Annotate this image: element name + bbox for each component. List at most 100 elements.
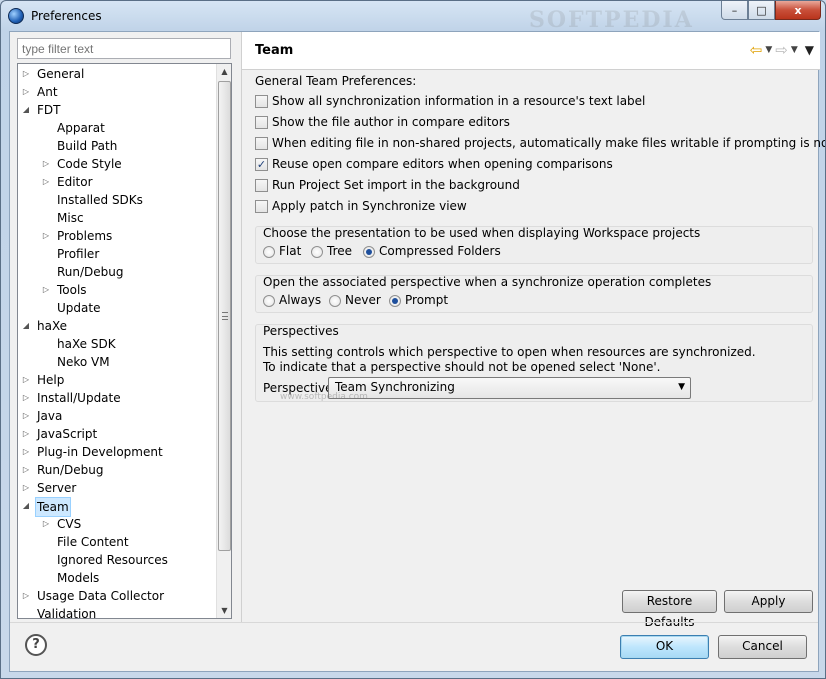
tree-item-label: Installed SDKs (57, 193, 143, 207)
checkbox-label: Show the file author in compare editors (272, 115, 510, 129)
tree-item-label: Editor (57, 175, 93, 189)
title-bar[interactable]: Preferences SOFTPEDIA – □ x (1, 1, 825, 33)
expand-arrow-icon[interactable]: ▷ (21, 461, 31, 479)
expand-arrow-icon[interactable]: ▷ (21, 443, 31, 461)
tree-item-label: CVS (57, 517, 82, 531)
tree-item-label: haXe SDK (57, 337, 116, 351)
restore-defaults-button[interactable]: Restore Defaults (622, 590, 717, 629)
radio-label: Compressed Folders (379, 244, 501, 258)
perspective-open-group: Open the associated perspective when a s… (255, 275, 813, 313)
apply-button[interactable]: Apply (724, 590, 813, 613)
tree-item-label: Server (37, 481, 77, 495)
checkbox[interactable] (255, 116, 268, 129)
tree-item-label: Run/Debug (37, 463, 104, 477)
checkbox[interactable] (255, 179, 268, 192)
expand-arrow-icon[interactable]: ▷ (41, 173, 51, 191)
group-title: Open the associated perspective when a s… (263, 275, 712, 289)
collapse-arrow-icon[interactable]: ◢ (21, 101, 31, 119)
expand-arrow-icon[interactable]: ▷ (41, 155, 51, 173)
tree-item-label: File Content (57, 535, 129, 549)
back-dropdown-icon[interactable]: ▼ (765, 45, 772, 55)
splitter-sash[interactable] (236, 32, 240, 622)
history-nav: ⇦ ▼ ⇨ ▼ ▼ (750, 41, 814, 59)
scroll-down-icon[interactable]: ▼ (217, 603, 231, 618)
tree-item-label: Run/Debug (57, 265, 124, 279)
close-button[interactable]: x (775, 1, 821, 20)
radio-compressed-folders[interactable] (363, 246, 375, 258)
expand-arrow-icon[interactable]: ▷ (21, 83, 31, 101)
tree-item-label: Plug-in Development (37, 445, 163, 459)
tree-item-label: Java (37, 409, 63, 423)
checkbox[interactable] (255, 95, 268, 108)
checkbox-label: When editing file in non-shared projects… (272, 136, 826, 150)
collapse-arrow-icon[interactable]: ◢ (21, 317, 31, 335)
expand-arrow-icon[interactable]: ▷ (41, 227, 51, 245)
tree-item-label: Build Path (57, 139, 118, 153)
ok-button[interactable]: OK (620, 635, 709, 659)
radio-prompt[interactable] (389, 295, 401, 307)
expand-arrow-icon[interactable]: ▷ (21, 587, 31, 605)
group-title: Perspectives (263, 324, 339, 338)
tree-item-label: haXe (37, 319, 68, 333)
tree-scrollbar[interactable]: ▲ ▼ (216, 64, 231, 618)
checkbox[interactable] (255, 200, 268, 213)
tree-item-label: FDT (37, 103, 61, 117)
tree-item-label: Usage Data Collector (37, 589, 165, 603)
expand-arrow-icon[interactable]: ▷ (21, 407, 31, 425)
tree-item-label: Neko VM (57, 355, 110, 369)
radio-label: Prompt (405, 293, 449, 307)
dialog-button-bar: ? OK Cancel (10, 622, 818, 672)
radio-tree[interactable] (311, 246, 323, 258)
expand-arrow-icon[interactable]: ▷ (21, 389, 31, 407)
presentation-group: Choose the presentation to be used when … (255, 226, 813, 264)
page-header: Team ⇦ ▼ ⇨ ▼ ▼ (242, 32, 820, 70)
radio-flat[interactable] (263, 246, 275, 258)
cancel-button[interactable]: Cancel (718, 635, 807, 659)
collapse-arrow-icon[interactable]: ◢ (21, 497, 31, 515)
tree-item-label: Apparat (57, 121, 105, 135)
forward-arrow-icon[interactable]: ⇨ (775, 41, 788, 59)
page-title: Team (255, 43, 294, 58)
section-label: General Team Preferences: (255, 74, 417, 88)
expand-arrow-icon[interactable]: ▷ (21, 479, 31, 497)
tree-item-label: General (37, 67, 85, 81)
scroll-up-icon[interactable]: ▲ (217, 64, 231, 79)
expand-arrow-icon[interactable]: ▷ (21, 65, 31, 83)
minimize-button[interactable]: – (721, 1, 748, 20)
filter-input[interactable] (17, 38, 231, 59)
checkbox[interactable]: ✓ (255, 158, 268, 171)
checkbox[interactable] (255, 137, 268, 150)
checkbox-label: Apply patch in Synchronize view (272, 199, 467, 213)
forward-dropdown-icon[interactable]: ▼ (791, 45, 798, 55)
perspective-select[interactable]: Team Synchronizing ▼ (328, 377, 691, 399)
tree-item-label: Ignored Resources (57, 553, 168, 567)
view-menu-icon[interactable]: ▼ (805, 43, 814, 57)
checkbox-label: Run Project Set import in the background (272, 178, 520, 192)
maximize-button[interactable]: □ (748, 1, 775, 20)
tree-item-label: Tools (57, 283, 87, 297)
expand-arrow-icon[interactable]: ▷ (21, 371, 31, 389)
radio-label: Flat (279, 244, 302, 258)
tree-item-label: Help (37, 373, 65, 387)
radio-always[interactable] (263, 295, 275, 307)
expand-arrow-icon[interactable]: ▷ (41, 515, 51, 533)
back-arrow-icon[interactable]: ⇦ (750, 41, 763, 59)
radio-never[interactable] (329, 295, 341, 307)
tree-item-label: Team (35, 497, 71, 517)
window-title: Preferences (31, 9, 102, 23)
expand-arrow-icon[interactable]: ▷ (41, 281, 51, 299)
tree-item-label: Misc (57, 211, 84, 225)
tree-item-label: Validation (37, 607, 97, 619)
scroll-thumb[interactable] (218, 81, 231, 551)
help-icon[interactable]: ? (25, 634, 47, 656)
tree-item-label: JavaScript (37, 427, 98, 441)
expand-arrow-icon[interactable]: ▷ (21, 425, 31, 443)
